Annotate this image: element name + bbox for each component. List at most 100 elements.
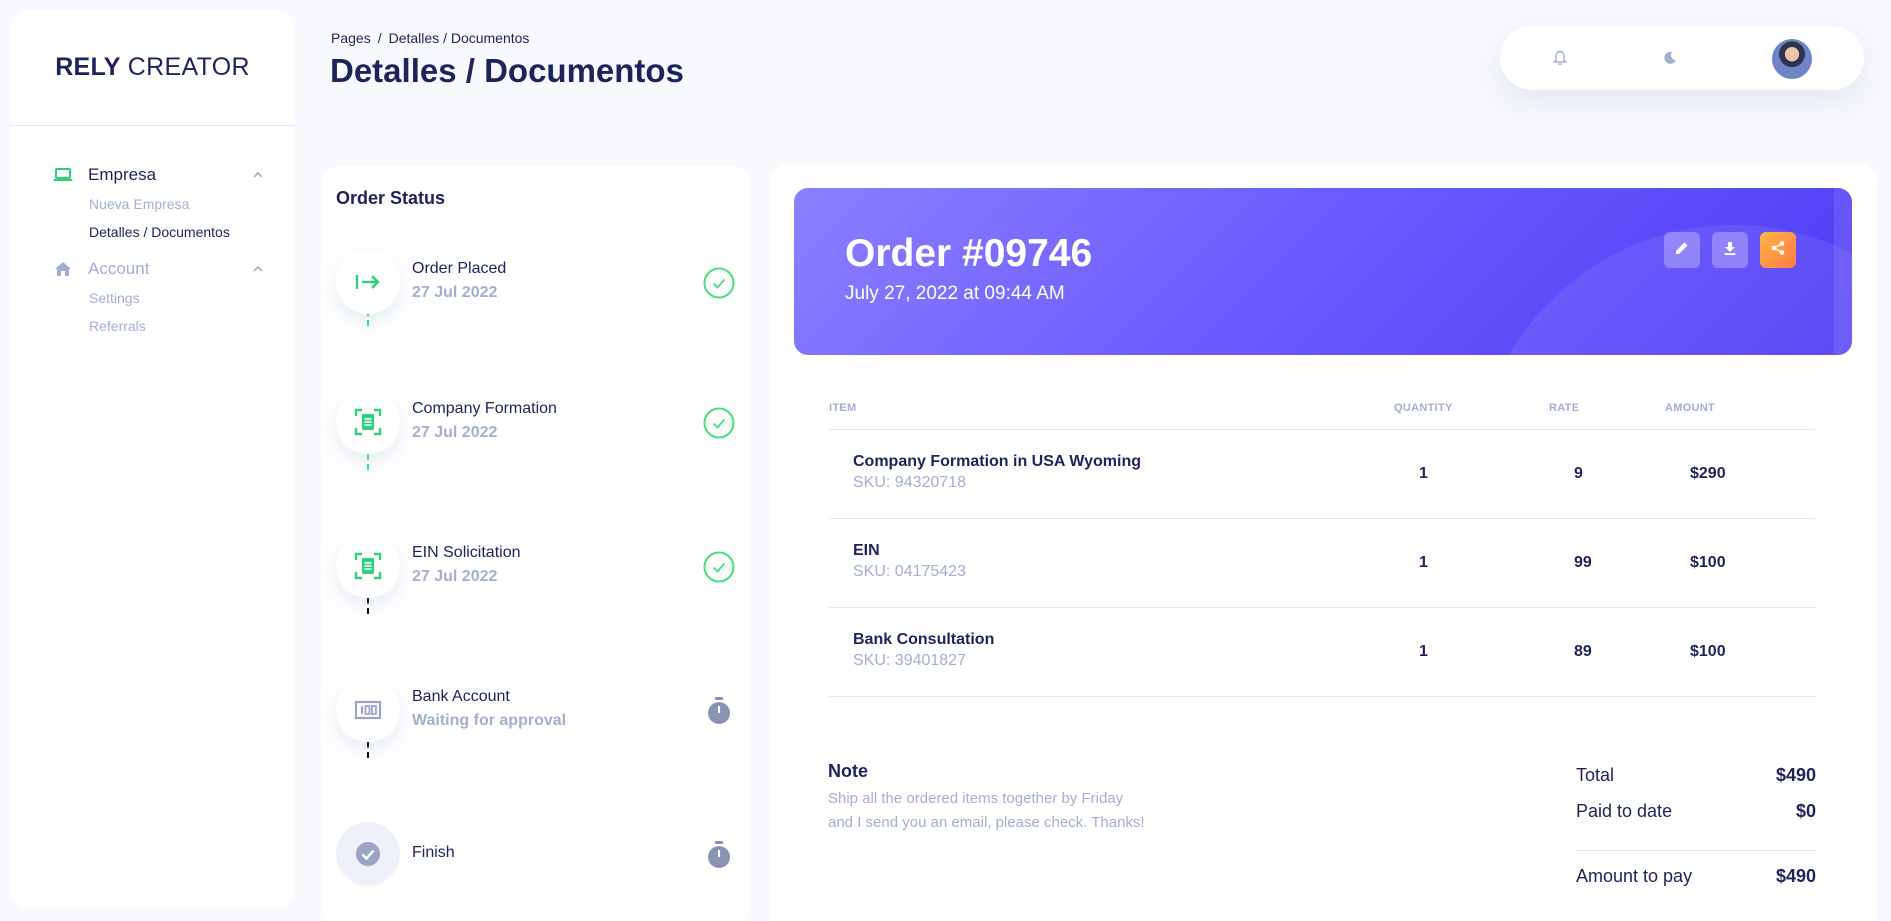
chevron-up-icon[interactable] xyxy=(251,168,265,182)
bell-icon[interactable] xyxy=(1550,48,1570,68)
item-quantity: 1 xyxy=(1419,554,1428,571)
step-title: Order Placed xyxy=(412,260,507,277)
submenu-empresa: Nueva Empresa Detalles / Documentos xyxy=(10,190,295,246)
note-line: Ship all the ordered items together by F… xyxy=(828,790,1124,807)
sidebar-item-settings[interactable]: Settings xyxy=(89,284,295,312)
share-icon xyxy=(1770,240,1786,261)
submenu-account: Settings Referrals xyxy=(10,284,295,340)
item-rate: 99 xyxy=(1574,554,1592,571)
sidebar-nav: Empresa Nueva Empresa Detalles / Documen… xyxy=(10,126,295,340)
download-icon xyxy=(1722,240,1738,261)
sidebar-item-label: Empresa xyxy=(88,165,157,184)
order-status-title: Order Status xyxy=(336,188,446,208)
check-circle-icon xyxy=(702,550,736,584)
table-header: ITEM QUANTITY RATE AMOUNT xyxy=(829,402,1815,424)
order-number: Order #09746 xyxy=(845,232,1093,275)
breadcrumb-separator: / xyxy=(377,30,382,46)
edit-icon xyxy=(1674,240,1690,261)
total-row: Total $490 xyxy=(1576,765,1816,789)
laptop-icon xyxy=(52,164,74,186)
amount-due-row: Amount to pay $490 xyxy=(1576,866,1816,890)
banner-edge xyxy=(1834,188,1852,355)
chevron-up-icon[interactable] xyxy=(251,262,265,276)
invoice-card: Order #09746 July 27, 2022 at 09:44 AM I… xyxy=(770,164,1877,921)
status-step: EIN Solicitation 27 Jul 2022 xyxy=(321,534,750,604)
total-value: $490 xyxy=(1775,765,1816,785)
item-rate: 9 xyxy=(1574,465,1583,482)
edit-button[interactable] xyxy=(1664,232,1700,268)
sidebar-item-referrals[interactable]: Referrals xyxy=(89,312,295,340)
breadcrumb-root[interactable]: Pages xyxy=(331,30,371,46)
status-step: Company Formation 27 Jul 2022 xyxy=(321,390,750,460)
step-title: Company Formation xyxy=(412,400,557,417)
step-subtitle: 27 Jul 2022 xyxy=(412,284,498,301)
sidebar: RELY CREATOR Empresa Nueva Empresa Detal… xyxy=(10,10,295,908)
order-banner: Order #09746 July 27, 2022 at 09:44 AM xyxy=(794,188,1852,355)
note-title: Note xyxy=(828,761,868,781)
column-item: ITEM xyxy=(829,402,857,414)
paid-row: Paid to date $0 xyxy=(1576,801,1816,825)
sidebar-item-account[interactable]: Account xyxy=(10,254,295,284)
bank-icon xyxy=(336,678,400,742)
check-circle-icon xyxy=(702,266,736,300)
document-scan-icon xyxy=(336,390,400,454)
moon-icon[interactable] xyxy=(1660,48,1680,68)
sidebar-item-detalles-documentos[interactable]: Detalles / Documentos xyxy=(89,218,295,246)
column-rate: RATE xyxy=(1549,402,1580,414)
page-title: Detalles / Documentos xyxy=(330,52,684,89)
status-step: Bank Account Waiting for approval xyxy=(321,678,750,748)
download-button[interactable] xyxy=(1712,232,1748,268)
breadcrumb: Pages / Detalles / Documentos xyxy=(331,30,529,46)
item-sku: SKU: 04175423 xyxy=(853,563,966,580)
table-row: EIN SKU: 04175423 1 99 $100 xyxy=(829,519,1815,607)
home-icon xyxy=(52,258,74,280)
item-name: Bank Consultation xyxy=(853,631,995,648)
item-quantity: 1 xyxy=(1419,643,1428,660)
order-status-card: Order Status Order Placed 27 Jul 2022 Co… xyxy=(321,166,750,921)
step-title: Bank Account xyxy=(412,688,510,705)
item-amount: $100 xyxy=(1690,554,1726,571)
share-button[interactable] xyxy=(1760,232,1796,268)
step-subtitle: Waiting for approval xyxy=(412,712,567,729)
stopwatch-icon xyxy=(702,694,736,728)
stopwatch-icon xyxy=(702,838,736,872)
status-step: Order Placed 27 Jul 2022 xyxy=(321,250,750,320)
nav-group-empresa: Empresa Nueva Empresa Detalles / Documen… xyxy=(10,160,295,246)
step-title: Finish xyxy=(412,844,455,861)
brand-logo[interactable]: RELY CREATOR xyxy=(10,10,295,126)
paid-value: $0 xyxy=(1795,801,1816,821)
breadcrumb-current: Detalles / Documentos xyxy=(388,30,530,46)
step-title: EIN Solicitation xyxy=(412,544,521,561)
step-subtitle: 27 Jul 2022 xyxy=(412,568,498,585)
total-label: Total xyxy=(1576,765,1615,785)
item-sku: SKU: 94320718 xyxy=(853,474,966,491)
item-name: EIN xyxy=(853,542,880,559)
sidebar-item-empresa[interactable]: Empresa xyxy=(10,160,295,190)
nav-group-account: Account Settings Referrals xyxy=(10,254,295,340)
step-subtitle: 27 Jul 2022 xyxy=(412,424,498,441)
item-rate: 89 xyxy=(1574,643,1592,660)
sidebar-item-label: Account xyxy=(88,259,150,278)
note-text: Ship all the ordered items together by F… xyxy=(828,787,1168,835)
divider xyxy=(829,696,1815,697)
sidebar-item-nueva-empresa[interactable]: Nueva Empresa xyxy=(89,190,295,218)
note-line: and I send you an email, please check. T… xyxy=(828,814,1145,831)
brand-bold: RELY xyxy=(55,53,121,81)
order-date: July 27, 2022 at 09:44 AM xyxy=(845,283,1065,304)
item-amount: $290 xyxy=(1690,465,1726,482)
item-quantity: 1 xyxy=(1419,465,1428,482)
user-avatar[interactable] xyxy=(1772,39,1812,79)
status-step: Finish xyxy=(321,822,750,892)
divider xyxy=(1576,850,1816,851)
amount-due-label: Amount to pay xyxy=(1576,866,1693,886)
brand-light: CREATOR xyxy=(127,53,250,81)
check-circle-icon xyxy=(702,406,736,440)
table-row: Company Formation in USA Wyoming SKU: 94… xyxy=(829,430,1815,518)
column-amount: AMOUNT xyxy=(1665,402,1716,414)
column-quantity: QUANTITY xyxy=(1394,402,1453,414)
item-sku: SKU: 39401827 xyxy=(853,652,966,669)
paid-label: Paid to date xyxy=(1576,801,1673,821)
item-name: Company Formation in USA Wyoming xyxy=(853,453,1142,470)
topbar xyxy=(1500,26,1864,90)
amount-due-value: $490 xyxy=(1775,866,1816,886)
